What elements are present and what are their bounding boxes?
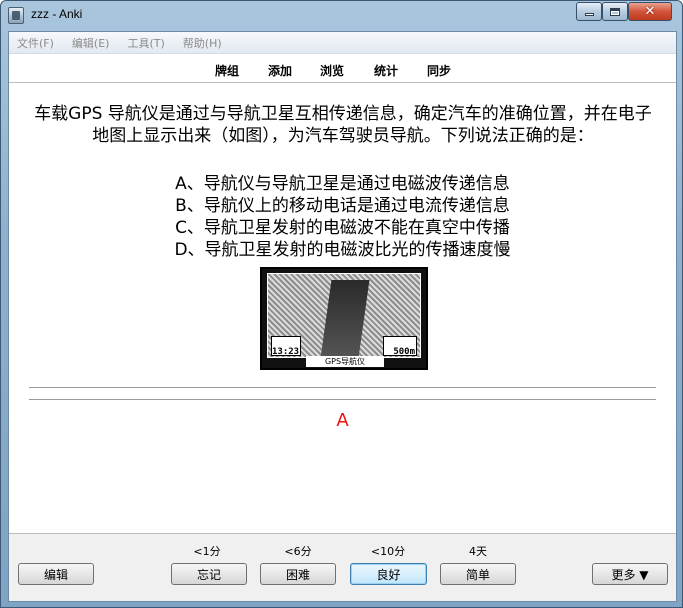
edit-button[interactable]: 编辑 (18, 563, 94, 585)
gps-navigator-image: 13:23 500m GPS导航仪 (260, 267, 428, 370)
easy-button[interactable]: 简单 (440, 563, 516, 585)
close-button[interactable]: ✕ (628, 2, 672, 21)
card-options: A、导航仪与导航卫星是通过电磁波传递信息 B、导航仪上的移动电话是通过电流传递信… (9, 173, 676, 261)
good-button[interactable]: 良好 (350, 563, 427, 585)
easy-interval: 4天 (469, 545, 487, 558)
gps-distance-readout: 500m (393, 347, 415, 357)
option-a: A、导航仪与导航卫星是通过电磁波传递信息 (175, 174, 510, 194)
hard-interval: <6分 (284, 545, 312, 558)
gps-map-screen: 13:23 500m (267, 273, 421, 358)
toolbar-add-link[interactable]: 添加 (268, 62, 292, 79)
window-title: zzz - Anki (31, 7, 83, 21)
menu-bar: 文件(F) 编辑(E) 工具(T) 帮助(H) (9, 32, 676, 54)
minimize-button[interactable] (576, 2, 602, 21)
gps-time-readout: 13:23 (272, 347, 300, 357)
minimize-icon (584, 13, 594, 16)
again-button[interactable]: 忘记 (171, 563, 247, 585)
card-question: 车载GPS 导航仪是通过与导航卫星互相传递信息，确定汽车的准确位置，并在电子地图… (34, 104, 652, 146)
close-icon: ✕ (644, 4, 656, 19)
gps-road (320, 280, 370, 358)
divider (29, 387, 656, 388)
main-area: 文件(F) 编辑(E) 工具(T) 帮助(H) 牌组 添加 浏览 统计 同步 车… (8, 31, 677, 602)
title-bar[interactable]: zzz - Anki ✕ (1, 1, 682, 31)
option-d: D、导航卫星发射的电磁波比光的传播速度慢 (174, 240, 511, 260)
good-interval: <10分 (370, 545, 406, 558)
option-b: B、导航仪上的移动电话是通过电流传递信息 (175, 196, 510, 216)
card-answer: A (336, 410, 349, 431)
toolbar-decks-link[interactable]: 牌组 (215, 62, 239, 79)
top-toolbar: 牌组 添加 浏览 统计 同步 (9, 55, 676, 83)
more-button[interactable]: 更多 ▼ (592, 563, 668, 585)
menu-file[interactable]: 文件(F) (17, 35, 54, 51)
toolbar-sync-link[interactable]: 同步 (427, 62, 451, 79)
again-interval: <1分 (193, 545, 221, 558)
hard-button[interactable]: 困难 (260, 563, 336, 585)
gps-caption: GPS导航仪 (306, 356, 384, 367)
menu-tools[interactable]: 工具(T) (127, 35, 164, 51)
maximize-button[interactable] (602, 2, 628, 21)
anki-app-icon (8, 7, 24, 24)
divider (29, 399, 656, 400)
card-view: 车载GPS 导航仪是通过与导航卫星互相传递信息，确定汽车的准确位置，并在电子地图… (9, 84, 676, 532)
menu-help[interactable]: 帮助(H) (183, 35, 222, 51)
review-bar: <1分 <6分 <10分 4天 编辑 忘记 困难 良好 简单 更多 ▼ (9, 533, 676, 601)
anki-window: zzz - Anki ✕ 文件(F) 编辑(E) 工具(T) 帮助(H) 牌组 … (0, 0, 683, 608)
toolbar-browse-link[interactable]: 浏览 (320, 62, 344, 79)
option-c: C、导航卫星发射的电磁波不能在真空中传播 (175, 218, 510, 238)
toolbar-stats-link[interactable]: 统计 (374, 62, 398, 79)
maximize-icon (610, 7, 620, 16)
menu-edit[interactable]: 编辑(E) (72, 35, 110, 51)
